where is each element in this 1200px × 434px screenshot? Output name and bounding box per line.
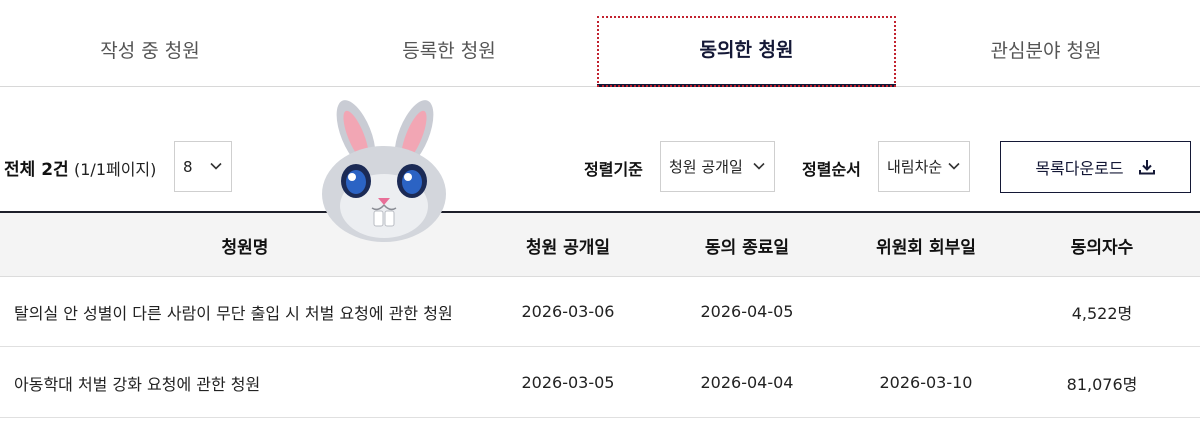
referral-date: 2026-03-10 [879,373,973,392]
col-end-date-header: 동의 종료일 [704,237,790,258]
tab-registered[interactable]: 등록한 청원 [300,16,598,87]
referral-date [836,277,1016,346]
end-date: 2026-04-05 [700,302,794,321]
total-count: 전체 2건 [4,160,69,180]
table-row: 탈의실 안 성별이 다른 사람이 무단 출입 시 처벌 요청에 관한 청원 20… [0,277,1200,347]
rabbit-mascot-icon [322,100,446,242]
tab-label: 작성 중 청원 [100,40,200,62]
sort-label: 정렬기준 [584,160,643,179]
end-date: 2026-04-04 [700,373,794,392]
petition-tabs: 작성 중 청원 등록한 청원 동의한 청원 관심분야 청원 [0,0,1200,87]
table-row: 아동학대 처벌 강화 요청에 관한 청원 2026-03-05 2026-04-… [0,348,1200,418]
open-date: 2026-03-06 [521,302,615,321]
open-date: 2026-03-05 [521,373,615,392]
chevron-down-icon [210,162,222,170]
chevron-down-icon [753,162,765,170]
petition-title-link[interactable]: 아동학대 처벌 강화 요청에 관한 청원 [14,348,474,417]
petition-title-link[interactable]: 탈의실 안 성별이 다른 사람이 무단 출입 시 처벌 요청에 관한 청원 [14,277,474,346]
chevron-down-icon [948,162,960,170]
order-label: 정렬순서 [802,160,861,179]
sort-select[interactable]: 청원 공개일 [660,141,775,192]
col-count-header: 동의자수 [1070,237,1134,258]
col-open-date-header: 청원 공개일 [525,237,611,258]
agree-count: 81,076명 [1066,374,1138,394]
order-value: 내림차순 [887,158,943,176]
sort-value: 청원 공개일 [669,158,743,176]
tab-label: 등록한 청원 [402,40,496,62]
tab-label: 관심분야 청원 [990,40,1102,62]
page-info: (1/1페이지) [74,160,157,179]
tab-label: 동의한 청원 [699,38,794,61]
download-list-button[interactable]: 목록다운로드 [1000,141,1191,193]
agree-count: 4,522명 [1071,303,1133,323]
order-select[interactable]: 내림차순 [878,141,970,192]
tab-drafting[interactable]: 작성 중 청원 [0,16,300,87]
tab-interest[interactable]: 관심분야 청원 [896,16,1196,87]
page-size-value: 8 [183,157,193,176]
download-icon [1138,160,1155,175]
page-size-select[interactable]: 8 [174,141,232,192]
tab-agreed[interactable]: 동의한 청원 [597,16,896,87]
table-header: 청원명 청원 공개일 동의 종료일 위원회 회부일 동의자수 [0,211,1200,277]
download-label: 목록다운로드 [1035,159,1124,178]
col-referral-date-header: 위원회 회부일 [876,237,976,258]
